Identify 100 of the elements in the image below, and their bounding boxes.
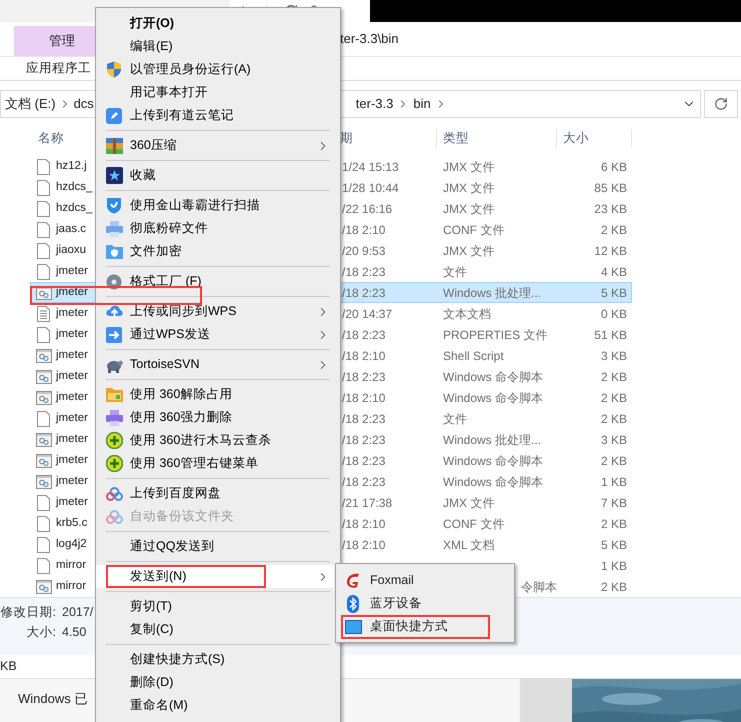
- menu-item[interactable]: 通过WPS发送: [96, 323, 334, 346]
- file-date: 1/28 10:44: [342, 180, 399, 196]
- ribbon-group-label: 应用程序工: [26, 60, 91, 78]
- name-cell[interactable]: jmeter: [30, 492, 95, 513]
- refresh-button[interactable]: [704, 90, 738, 118]
- name-cell[interactable]: jmeter: [30, 303, 95, 324]
- name-cell[interactable]: krb5.c: [30, 513, 95, 534]
- menu-item[interactable]: 使用 360进行木马云查杀: [96, 429, 334, 452]
- file-name: mirror: [56, 558, 86, 573]
- script-file-icon: [36, 348, 52, 362]
- refresh-icon: [714, 97, 728, 111]
- menu-item[interactable]: 创建快捷方式(S): [96, 648, 334, 671]
- name-cell[interactable]: jiaoxu: [30, 240, 95, 261]
- name-cell[interactable]: jmeter: [30, 345, 95, 366]
- menu-item[interactable]: 复制(C): [96, 618, 334, 641]
- script-file-icon: [36, 390, 52, 404]
- menu-item[interactable]: TortoiseSVN: [96, 353, 334, 376]
- file-type: 文件: [443, 410, 467, 428]
- menu-item[interactable]: 桌面快捷方式: [336, 615, 514, 638]
- menu-item[interactable]: 使用金山毒霸进行扫描: [96, 194, 334, 217]
- file-date: /18 2:10: [342, 536, 386, 554]
- file-name: jmeter: [56, 326, 88, 342]
- name-cell[interactable]: hzdcs_: [30, 198, 95, 219]
- name-cell[interactable]: hzdcs_: [30, 177, 95, 198]
- file-type: Windows 批处理...: [443, 284, 542, 302]
- file-type: Shell Script: [443, 348, 504, 364]
- menu-item[interactable]: 发送到(N): [96, 565, 334, 588]
- file-icon: [37, 494, 50, 510]
- menu-item[interactable]: 删除(D): [96, 671, 334, 694]
- breadcrumb[interactable]: ter-3.3: [356, 94, 394, 114]
- menu-item[interactable]: 使用 360强力删除: [96, 406, 334, 429]
- menu-item[interactable]: Foxmail: [336, 569, 514, 592]
- file-date: /20 9:53: [342, 242, 386, 260]
- file-type: JMX 文件: [443, 494, 494, 512]
- name-cell[interactable]: jmeter: [30, 324, 95, 345]
- bluetooth-icon: [347, 594, 359, 612]
- script-file-icon: [36, 370, 52, 384]
- menu-item[interactable]: 以管理员身份运行(A): [96, 58, 334, 81]
- detail-label: 修改日期:: [0, 604, 56, 621]
- file-date: /18 2:23: [342, 284, 386, 302]
- cloud-upload-icon: [106, 304, 122, 319]
- script-file-icon: [36, 454, 52, 468]
- name-cell[interactable]: mirror: [30, 555, 95, 576]
- file-size: 2 KB: [600, 222, 627, 238]
- name-cell[interactable]: log4j2: [30, 534, 95, 555]
- status-text: KB: [0, 658, 17, 676]
- breadcrumb[interactable]: bin: [413, 94, 431, 114]
- menu-item[interactable]: 上传或同步到WPS: [96, 300, 334, 323]
- note-icon: [106, 108, 122, 124]
- name-cell[interactable]: jmeter: [30, 429, 95, 450]
- breadcrumb[interactable]: dcs: [74, 94, 94, 114]
- file-date: /18 2:23: [342, 410, 386, 428]
- printer-icon: [106, 410, 122, 426]
- name-cell[interactable]: jmeter: [30, 387, 95, 408]
- column-header[interactable]: 大小: [557, 128, 632, 148]
- detail-label: 大小:: [26, 624, 56, 641]
- file-date: /20 14:37: [342, 306, 392, 322]
- name-cell[interactable]: jmeter: [30, 261, 95, 282]
- name-cell[interactable]: jmeter: [30, 471, 95, 492]
- menu-item[interactable]: 使用 360管理右键菜单: [96, 452, 334, 475]
- file-size: 2 KB: [600, 390, 627, 406]
- file-type: CONF 文件: [443, 516, 504, 532]
- name-cell[interactable]: jmeter: [30, 450, 95, 471]
- folder-icon: [106, 244, 122, 259]
- window-title: ter-3.3\bin: [340, 30, 399, 48]
- file-name: jaas.c: [56, 222, 86, 237]
- menu-item[interactable]: 通过QQ发送到: [96, 535, 334, 558]
- file-type: JMX 文件: [443, 242, 494, 260]
- file-name: jmeter: [56, 348, 88, 363]
- menu-item[interactable]: 蓝牙设备: [336, 592, 514, 615]
- menu-item[interactable]: 重命名(M): [96, 694, 334, 717]
- menu-item[interactable]: 文件加密: [96, 240, 334, 263]
- name-cell[interactable]: hz12.j: [30, 156, 95, 177]
- file-name: jmeter: [56, 284, 88, 300]
- menu-item[interactable]: 彻底粉碎文件: [96, 217, 334, 240]
- archive-icon: [106, 138, 122, 154]
- column-header[interactable]: 类型: [437, 128, 557, 148]
- file-size: 3 KB: [600, 348, 627, 364]
- menu-item[interactable]: 上传到百度网盘: [96, 482, 334, 505]
- file-type: Windows 命令脚本: [443, 452, 544, 470]
- name-cell[interactable]: jmeter: [30, 366, 95, 387]
- menu-item[interactable]: 使用 360解除占用: [96, 383, 334, 406]
- file-icon: [37, 326, 50, 342]
- menu-item[interactable]: 收藏: [96, 164, 334, 187]
- menu-item[interactable]: 剪切(T): [96, 595, 334, 618]
- file-date: /18 2:23: [342, 452, 386, 470]
- breadcrumb[interactable]: 文档 (E:): [5, 94, 56, 114]
- cloud-icon: [106, 486, 122, 500]
- file-size: 2 KB: [600, 578, 627, 596]
- file-name: jmeter: [56, 432, 88, 447]
- name-cell[interactable]: jaas.c: [30, 219, 95, 240]
- file-type: Windows 命令脚本: [443, 390, 544, 406]
- file-size: 1 KB: [600, 558, 627, 574]
- file-type: Windows 命令脚本: [443, 368, 544, 386]
- file-size: 0 KB: [600, 306, 627, 322]
- folder-icon: [106, 387, 122, 402]
- name-cell[interactable]: jmeter: [30, 408, 95, 429]
- file-name: hz12.j: [56, 158, 87, 174]
- name-cell[interactable]: mirror: [30, 576, 95, 597]
- menu-item[interactable]: 360压缩: [96, 134, 334, 157]
